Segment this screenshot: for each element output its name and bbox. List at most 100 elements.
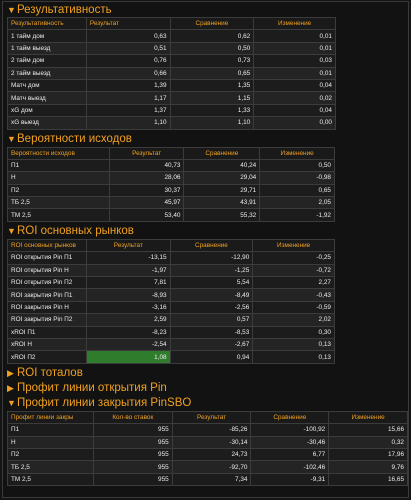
table-cell: 0,01 bbox=[253, 41, 336, 56]
table-cell: 29,04 bbox=[183, 171, 261, 185]
column-header: Результат bbox=[171, 410, 252, 425]
table-cell: 0,73 bbox=[169, 54, 255, 68]
table-cell: 2,59 bbox=[85, 313, 171, 327]
table-row: Н 28,06 29,04 -0,98 bbox=[7, 171, 335, 185]
column-header: ROI основных рынков bbox=[7, 238, 87, 253]
table-cell: 0,76 bbox=[85, 54, 171, 68]
table-cell: 955 bbox=[92, 435, 173, 449]
row-label: ROI открытия Pin П2 bbox=[7, 276, 87, 290]
table-cell: 0,63 bbox=[85, 29, 171, 43]
column-header: Результативность bbox=[7, 16, 87, 31]
table-cell: 0,02 bbox=[253, 91, 336, 105]
section-roi-header[interactable]: ▼ ROI основных рынков bbox=[3, 224, 408, 239]
row-label: 2 тайм дом bbox=[7, 54, 87, 68]
table-cell: 53,40 bbox=[108, 208, 185, 222]
triangle-right-icon: ▶ bbox=[7, 382, 14, 393]
table-row: 1 тайм дом 0,63 0,62 0,01 bbox=[7, 29, 336, 43]
table-cell: 1,37 bbox=[85, 103, 171, 118]
column-header: Результат bbox=[108, 146, 185, 160]
table-row: ТБ 2,5 45,97 43,91 2,05 bbox=[7, 196, 335, 210]
row-label: Н bbox=[7, 171, 110, 185]
table-cell: 0,50 bbox=[259, 158, 335, 173]
table-row: ROI открытия Pin П1 -13,15 -12,90 -0,25 bbox=[7, 251, 335, 265]
table-cell: 0,65 bbox=[169, 66, 255, 80]
table-cell: 6,77 bbox=[250, 447, 330, 462]
table-cell: -2,56 bbox=[169, 300, 254, 315]
table-cell: 0,04 bbox=[253, 78, 336, 93]
table-cell: -0,25 bbox=[252, 251, 335, 265]
table-cell: 0,66 bbox=[85, 66, 171, 80]
row-label: ROI открытия Pin П1 bbox=[7, 251, 87, 265]
section-close-profit-header[interactable]: ▼ Профит линии закрытия PinSBO bbox=[3, 396, 408, 411]
roi-table: ROI основных рынков Результат Сравнение … bbox=[7, 238, 335, 364]
table-row: ТМ 2,5 955 7,34 -9,31 16,65 bbox=[7, 472, 408, 487]
table-cell: 0,32 bbox=[328, 435, 408, 449]
row-label: ТМ 2,5 bbox=[7, 472, 94, 487]
table-cell: 29,71 bbox=[183, 183, 261, 198]
column-header: Сравнение bbox=[169, 16, 255, 31]
table-cell: -12,90 bbox=[169, 251, 254, 265]
table-row: ROI закрытия Pin П1 -8,93 -8,49 -0,43 bbox=[7, 288, 335, 302]
table-cell: -0,72 bbox=[252, 263, 335, 278]
table-cell: 0,51 bbox=[85, 41, 171, 56]
column-header: Сравнение bbox=[169, 238, 254, 253]
table-cell: -30,14 bbox=[171, 435, 252, 449]
row-label: П2 bbox=[7, 447, 94, 462]
row-label: Матч дом bbox=[7, 78, 87, 93]
column-header: Изменение bbox=[259, 146, 335, 160]
section-title: Результативность bbox=[17, 3, 112, 16]
table-cell: 1,33 bbox=[169, 103, 255, 118]
section-open-profit-header[interactable]: ▶ Профит линии открытия Pin bbox=[3, 381, 408, 396]
table-cell: 7,81 bbox=[85, 276, 171, 290]
table-row: xROI Н -2,54 -2,67 0,13 bbox=[7, 337, 335, 352]
section-title: Профит линии открытия Pin bbox=[17, 382, 167, 395]
table-row: Матч дом 1,39 1,35 0,04 bbox=[7, 78, 336, 93]
table-row: П2 955 24,73 6,77 17,96 bbox=[7, 447, 408, 462]
table-row: ROI закрытия Pin П2 2,59 0,57 2,02 bbox=[7, 313, 335, 327]
table-cell: -3,16 bbox=[85, 300, 171, 315]
table-row: ROI открытия Pin Н -1,97 -1,25 -0,72 bbox=[7, 263, 335, 278]
table-row: 1 тайм выезд 0,51 0,50 0,01 bbox=[7, 41, 336, 56]
section-roi-totals-header[interactable]: ▶ ROI тоталов bbox=[3, 366, 408, 381]
section-results-header[interactable]: ▼ Результативность bbox=[3, 2, 408, 17]
table-row: 2 тайм выезд 0,66 0,65 0,01 bbox=[7, 66, 336, 80]
column-header: Результат bbox=[85, 16, 171, 31]
table-cell: 0,30 bbox=[252, 325, 335, 340]
row-label: Н bbox=[7, 435, 94, 449]
row-label: 1 тайм выезд bbox=[7, 41, 87, 56]
table-cell: 1,10 bbox=[85, 116, 171, 130]
table-cell: -8,93 bbox=[85, 288, 171, 302]
table-cell: 5,54 bbox=[169, 276, 254, 290]
section-title: ROI основных рынков bbox=[17, 225, 134, 238]
table-cell: -8,49 bbox=[169, 288, 254, 302]
table-cell: 7,34 bbox=[171, 472, 252, 487]
table-row: xG дом 1,37 1,33 0,04 bbox=[7, 103, 336, 118]
section-title: Вероятности исходов bbox=[17, 133, 132, 146]
row-label: xG выезд bbox=[7, 116, 87, 130]
section-probabilities-header[interactable]: ▼ Вероятности исходов bbox=[3, 132, 408, 147]
column-header: Вероятности исходов bbox=[7, 146, 110, 160]
table-cell: 1,15 bbox=[169, 91, 255, 105]
triangle-right-icon: ▶ bbox=[7, 367, 14, 378]
table-cell: -102,46 bbox=[250, 460, 330, 474]
table-cell: 0,01 bbox=[253, 29, 336, 43]
table-cell: 40,73 bbox=[108, 158, 185, 173]
table-cell: 0,94 bbox=[169, 350, 254, 364]
triangle-down-icon: ▼ bbox=[7, 398, 16, 409]
column-header: Сравнение bbox=[183, 146, 261, 160]
table-cell: -100,92 bbox=[250, 423, 330, 437]
column-header: Результат bbox=[85, 238, 171, 253]
row-label: Матч выезд bbox=[7, 91, 87, 105]
table-cell: -1,92 bbox=[259, 208, 335, 222]
table-cell: 955 bbox=[92, 447, 173, 462]
column-header: Профит линии закры bbox=[7, 410, 94, 425]
table-cell: 17,96 bbox=[328, 447, 408, 462]
table-cell: 1,35 bbox=[169, 78, 255, 93]
table-cell: 0,01 bbox=[253, 66, 336, 80]
section-title: ROI тоталов bbox=[17, 367, 83, 380]
table-row: ROI закрытия Pin Н -3,16 -2,56 -0,59 bbox=[7, 300, 335, 315]
table-cell: 0,03 bbox=[253, 54, 336, 68]
row-label: xROI П1 bbox=[7, 325, 87, 340]
probabilities-table: Вероятности исходов Результат Сравнение … bbox=[7, 146, 335, 222]
column-header: Изменение bbox=[252, 238, 335, 253]
